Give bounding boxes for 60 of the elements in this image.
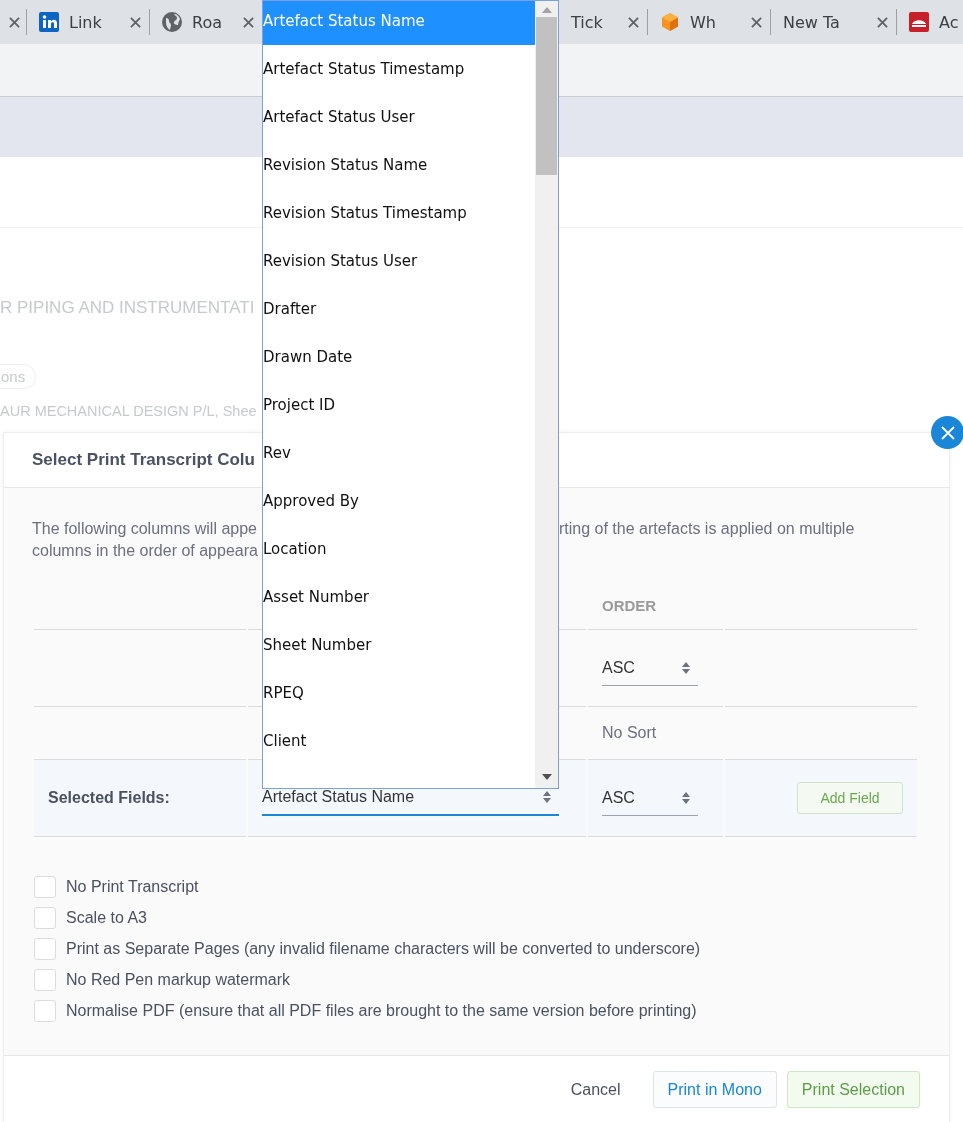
- close-icon[interactable]: [243, 16, 254, 28]
- dropdown-option[interactable]: RPEQ: [263, 673, 535, 717]
- tab-title[interactable]: Link: [69, 12, 120, 32]
- checkbox-label: Normalise PDF (ensure that all PDF files are brought to the same version before printing): [66, 1002, 697, 1020]
- tab-title[interactable]: New Ta: [783, 12, 867, 32]
- close-icon[interactable]: [130, 16, 141, 28]
- checkbox-label: No Print Transcript: [66, 878, 199, 896]
- description-text: rting of the artefacts is applied on multiple: [559, 519, 856, 539]
- tab-title[interactable]: Roa: [192, 12, 233, 32]
- cube-icon: [660, 12, 680, 32]
- dropdown-option[interactable]: Project ID: [263, 385, 535, 429]
- checkbox-label: No Red Pen markup watermark: [66, 971, 291, 989]
- checkbox[interactable]: [34, 969, 56, 991]
- page-subtitle: AUR MECHANICAL DESIGN P/L, Shee: [0, 403, 257, 419]
- scroll-down-icon[interactable]: [541, 774, 552, 780]
- dropdown-option[interactable]: Rev: [263, 433, 535, 477]
- checkbox[interactable]: [34, 907, 56, 929]
- checkbox[interactable]: [34, 1000, 56, 1022]
- checkbox-label: Scale to A3: [66, 909, 147, 927]
- page-heading: R PIPING AND INSTRUMENTATI: [0, 298, 255, 318]
- dropdown-option[interactable]: Approved By: [263, 481, 535, 525]
- description-text: columns in the order of appeara: [32, 541, 259, 561]
- scrollbar[interactable]: [535, 1, 558, 788]
- dropdown-option[interactable]: Revision Status Name: [263, 145, 535, 189]
- close-button[interactable]: [931, 416, 963, 449]
- print-button[interactable]: Print in Mono: [652, 1071, 777, 1108]
- description-text: The following columns will appe: [32, 519, 258, 539]
- row-label: Selected Fields:: [48, 789, 170, 807]
- caret-icon: [682, 791, 690, 804]
- dropdown-option[interactable]: Drawn Date: [263, 337, 535, 381]
- scroll-up-icon[interactable]: [541, 7, 552, 13]
- globe-icon: [162, 12, 182, 32]
- tab-title[interactable]: Wh: [690, 12, 741, 32]
- checkbox[interactable]: [34, 876, 56, 898]
- close-icon[interactable]: [751, 16, 762, 28]
- close-icon[interactable]: [9, 16, 20, 28]
- dropdown-option[interactable]: Drafter: [263, 289, 535, 333]
- tab-title[interactable]: Tick: [571, 12, 618, 32]
- checkbox[interactable]: [34, 938, 56, 960]
- close-icon: [940, 425, 955, 440]
- dropdown-option[interactable]: Client: [263, 721, 535, 765]
- dialog-title: Select Print Transcript Colu: [32, 450, 255, 470]
- dropdown-option[interactable]: Revision Status User: [263, 241, 535, 285]
- checkbox-label: Print as Separate Pages (any invalid filename characters will be converted to underscore): [66, 940, 701, 958]
- scroll-thumb[interactable]: [536, 17, 557, 175]
- order-select[interactable]: ASC: [602, 650, 698, 686]
- column-header: ORDER: [602, 597, 657, 614]
- linkedin-icon: [39, 12, 59, 32]
- dropdown-option[interactable]: Revision Status Timestamp: [263, 193, 535, 237]
- dropdown-option[interactable]: Location: [263, 529, 535, 573]
- tab-title[interactable]: Ac: [939, 12, 959, 32]
- caret-icon: [543, 791, 551, 803]
- cancel-button[interactable]: Cancel: [556, 1071, 635, 1108]
- logo-icon: [909, 12, 929, 32]
- close-icon[interactable]: [628, 16, 639, 28]
- caret-icon: [682, 661, 690, 674]
- dropdown-option[interactable]: Sheet Number: [263, 625, 535, 669]
- dropdown-option[interactable]: Asset Number: [263, 577, 535, 621]
- table-cell: No Sort: [602, 724, 657, 742]
- close-icon[interactable]: [877, 16, 888, 28]
